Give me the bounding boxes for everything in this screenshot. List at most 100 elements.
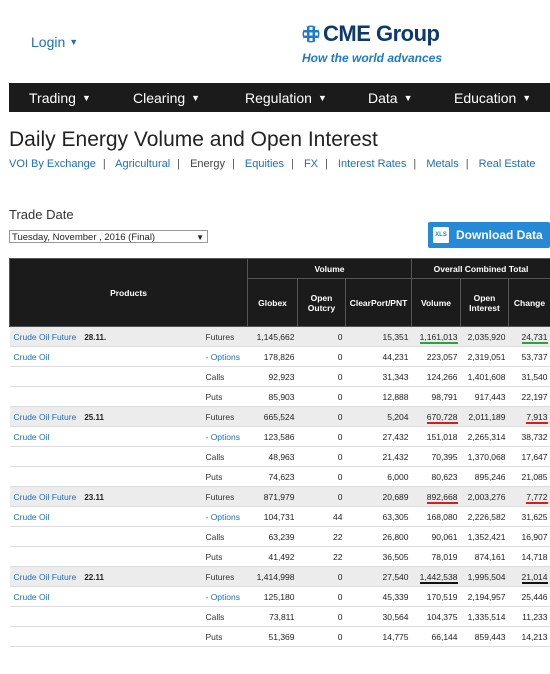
nav-data[interactable]: Data ▼ — [368, 90, 413, 106]
nav-education-label: Education — [454, 90, 517, 106]
globex-cell: 48,963 — [247, 446, 298, 467]
outcry-value: 0 — [337, 571, 343, 582]
globex-cell: 123,586 — [247, 426, 298, 447]
volume-cell: 1,161,013 — [411, 326, 461, 347]
oi-cell: 2,035,920 — [460, 326, 509, 347]
link-fx[interactable]: FX — [304, 158, 318, 170]
change-cell: 31,540 — [508, 366, 550, 387]
type-cell: Futures — [202, 326, 248, 347]
table-row: Crude Oil Future 25.11 Futures 665,524 0 5,20… — [9, 406, 550, 427]
change-cell: 25,446 — [508, 586, 550, 607]
clearport-value: 12,888 — [382, 391, 409, 402]
change-value: 17,647 — [521, 451, 548, 462]
nav-clearing-label: Clearing — [133, 90, 186, 106]
clearport-cell: 30,564 — [345, 606, 412, 627]
product-cell — [9, 366, 203, 387]
volume-cell: 124,266 — [411, 366, 461, 387]
clearport-cell: 26,800 — [345, 526, 412, 547]
globex-value: 74,623 — [268, 471, 295, 482]
volume-value: 70,395 — [431, 451, 458, 462]
oi-cell: 1,335,514 — [460, 606, 509, 627]
outcry-value: 0 — [337, 451, 343, 462]
volume-cell: 170,519 — [411, 586, 461, 607]
clearport-value: 15,351 — [382, 331, 409, 342]
table-row: Crude Oil Future 22.11 Futures 1,414,998 0 27… — [9, 566, 550, 587]
volume-value: 124,266 — [426, 371, 458, 382]
type-cell[interactable]: - Options — [202, 426, 248, 447]
link-equities[interactable]: Equities — [245, 158, 284, 170]
header-open-interest[interactable]: Open Interest — [460, 278, 509, 327]
oi-cell: 2,226,582 — [460, 506, 509, 527]
change-value: 38,732 — [521, 431, 548, 442]
header-globex[interactable]: Globex — [247, 278, 298, 327]
header-open-outcry[interactable]: Open Outcry — [297, 278, 346, 327]
chevron-down-icon: ▼ — [191, 93, 201, 103]
trade-date-select[interactable]: Tuesday, November , 2016 (Final) ▼ — [9, 230, 208, 243]
outcry-cell: 22 — [297, 526, 346, 547]
link-voi-by-exchange[interactable]: VOI By Exchange — [9, 158, 96, 170]
volume-value: 168,080 — [426, 511, 458, 522]
outcry-cell: 22 — [297, 546, 346, 567]
change-value: 11,233 — [522, 611, 548, 622]
oi-cell: 1,370,068 — [460, 446, 509, 467]
globex-value: 125,180 — [263, 591, 295, 602]
table-row: Puts 51,369 0 14,775 66,144 859,443 14,213 — [9, 626, 550, 647]
nav-regulation[interactable]: Regulation ▼ — [245, 90, 327, 106]
change-cell: 38,732 — [508, 426, 550, 447]
clearport-cell: 45,339 — [345, 586, 412, 607]
nav-clearing[interactable]: Clearing ▼ — [133, 90, 200, 106]
product-link[interactable]: Crude Oil Future — [14, 412, 77, 422]
volume-cell: 66,144 — [411, 626, 461, 647]
link-interest-rates[interactable]: Interest Rates — [338, 158, 406, 170]
globex-value: 1,414,998 — [256, 571, 295, 582]
download-data-button[interactable]: XLS Download Data — [428, 222, 550, 248]
clearport-cell: 5,204 — [345, 406, 412, 427]
link-real-estate[interactable]: Real Estate — [479, 158, 536, 170]
volume-cell: 98,791 — [411, 386, 461, 407]
type-cell[interactable]: - Options — [202, 506, 248, 527]
product-link[interactable]: Crude Oil Future — [14, 572, 77, 582]
link-agricultural[interactable]: Agricultural — [115, 158, 170, 170]
product-link[interactable]: Crude Oil — [14, 512, 50, 522]
globex-value: 63,239 — [268, 531, 295, 542]
clearport-cell: 63,305 — [345, 506, 412, 527]
chevron-down-icon: ▼ — [69, 37, 79, 47]
type-cell[interactable]: - Options — [202, 346, 248, 367]
nav-trading-label: Trading — [29, 90, 76, 106]
oi-cell: 1,995,504 — [460, 566, 509, 587]
globex-cell: 125,180 — [247, 586, 298, 607]
outcry-value: 0 — [337, 491, 343, 502]
volume-cell: 78,019 — [411, 546, 461, 567]
login-dropdown[interactable]: Login ▼ — [31, 34, 78, 50]
change-value: 22,197 — [521, 391, 548, 402]
product-link[interactable]: Crude Oil Future — [14, 492, 77, 502]
volume-value: 670,728 — [426, 411, 458, 424]
nav-education[interactable]: Education ▼ — [454, 90, 531, 106]
product-link[interactable]: Crude Oil — [14, 352, 50, 362]
product-cell: Crude Oil — [9, 426, 203, 447]
change-cell: 17,647 — [508, 446, 550, 467]
type-cell[interactable]: - Options — [202, 586, 248, 607]
volume-value: 98,791 — [431, 391, 458, 402]
handwritten-date-note: 23.11 — [84, 492, 104, 502]
volume-value: 151,018 — [426, 431, 458, 442]
header-volume[interactable]: Volume — [411, 278, 461, 327]
change-cell: 7,772 — [508, 486, 550, 507]
header-clearport[interactable]: ClearPort/PNT — [345, 278, 412, 327]
link-metals[interactable]: Metals — [426, 158, 458, 170]
nav-trading[interactable]: Trading ▼ — [29, 90, 91, 106]
product-link[interactable]: Crude Oil Future — [14, 332, 77, 342]
globex-value: 48,963 — [268, 451, 295, 462]
outcry-value: 0 — [337, 431, 343, 442]
clearport-cell: 21,432 — [345, 446, 412, 467]
header-change[interactable]: Change — [507, 278, 550, 327]
clearport-cell: 31,343 — [345, 366, 412, 387]
globex-cell: 63,239 — [247, 526, 298, 547]
product-link[interactable]: Crude Oil — [14, 592, 50, 602]
oi-value: 1,995,504 — [467, 571, 506, 582]
volume-cell: 670,728 — [411, 406, 461, 427]
product-link[interactable]: Crude Oil — [14, 432, 50, 442]
change-value: 7,913 — [526, 411, 548, 424]
clearport-value: 21,432 — [382, 451, 409, 462]
volume-cell: 104,375 — [411, 606, 461, 627]
